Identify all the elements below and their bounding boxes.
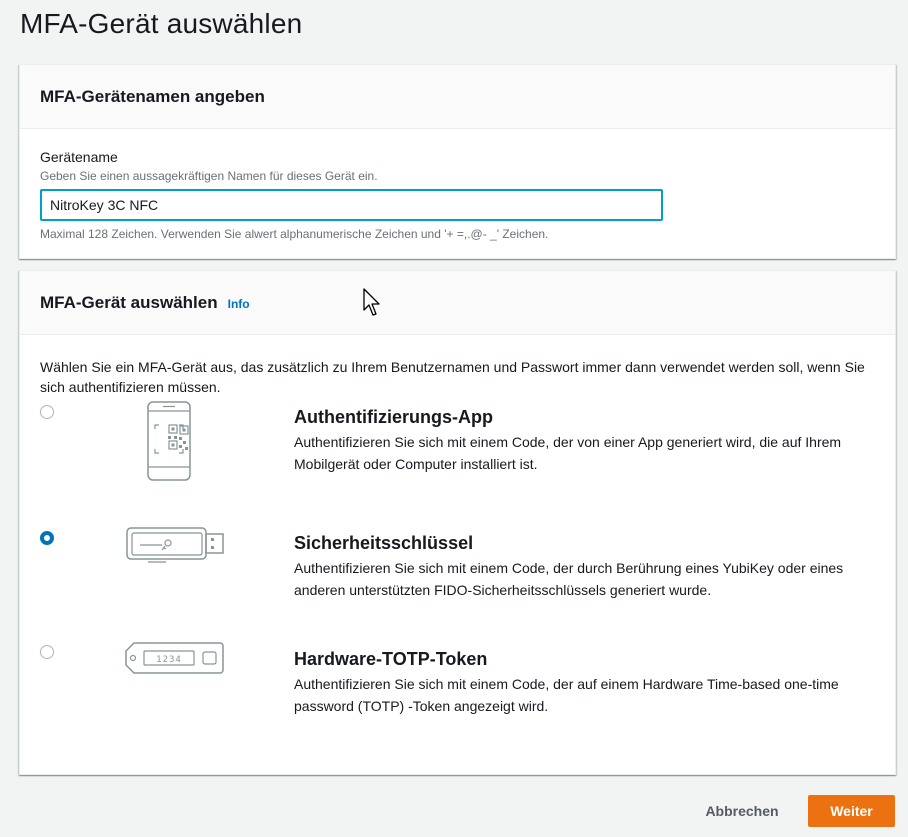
field-label: Gerätename (40, 149, 118, 165)
device-name-input[interactable] (40, 189, 663, 221)
panel-title: MFA-Gerätenamen angeben (40, 86, 265, 106)
info-link[interactable]: Info (228, 297, 250, 311)
totp-token-icon: 1234 (125, 642, 224, 674)
option-description: Authentifizieren Sie sich mit einem Code… (294, 560, 844, 598)
radio-hardware-totp[interactable] (40, 645, 54, 659)
option-title: Authentifizierungs-App (294, 407, 493, 427)
panel-title: MFA-Gerät auswählen (40, 292, 218, 312)
panel-header: MFA-Gerät auswählen Info (20, 271, 895, 335)
device-name-field: Gerätename Geben Sie einen aussagekräfti… (20, 129, 895, 241)
field-description: Geben Sie einen aussagekräftigen Namen f… (40, 169, 378, 183)
intro-text: Wählen Sie ein MFA-Gerät aus, das zusätz… (40, 359, 865, 395)
option-security-key[interactable]: Sicherheitsschlüssel Authentifizieren Si… (20, 525, 895, 635)
mouse-cursor-icon (363, 288, 380, 316)
radio-authenticator-app[interactable] (40, 405, 54, 419)
select-device-panel: MFA-Gerät auswählen Info Wählen Sie ein … (19, 270, 896, 775)
cancel-button[interactable]: Abbrechen (692, 795, 792, 827)
panel-header: MFA-Gerätenamen angeben (20, 65, 895, 129)
token-display-text: 1234 (156, 655, 182, 665)
option-hardware-totp[interactable]: 1234 Hardware-TOTP-Token Authentifiziere… (20, 639, 895, 749)
usb-key-icon (126, 527, 224, 563)
option-description: Authentifizieren Sie sich mit einem Code… (294, 434, 842, 472)
field-constraint: Maximal 128 Zeichen. Verwenden Sie alwer… (40, 227, 549, 241)
radio-security-key[interactable] (40, 531, 54, 545)
phone-qr-icon (147, 401, 191, 481)
page-title: MFA-Gerät auswählen (20, 8, 303, 39)
option-title: Sicherheitsschlüssel (294, 533, 474, 553)
device-name-panel: MFA-Gerätenamen angeben Gerätename Geben… (19, 64, 896, 259)
next-button[interactable]: Weiter (808, 795, 895, 827)
option-title: Hardware-TOTP-Token (294, 649, 488, 669)
option-description: Authentifizieren Sie sich mit einem Code… (294, 676, 839, 714)
option-authenticator-app[interactable]: Authentifizierungs-App Authentifizieren … (20, 399, 895, 509)
